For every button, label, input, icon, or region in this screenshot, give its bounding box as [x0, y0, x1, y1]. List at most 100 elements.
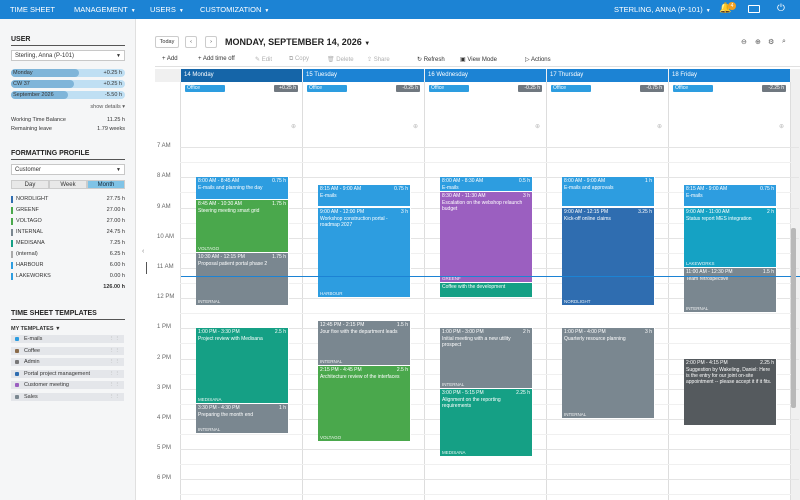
keyboard-icon[interactable] [748, 5, 760, 13]
calendar-event[interactable]: 11:00 AM - 12:30 PM 1.5 h Team retrospecti… [684, 267, 777, 313]
add-icon[interactable]: ⊕ [779, 123, 784, 130]
calendar-event[interactable]: 8:00 AM - 8:30 AM 0.5 h E-mails [440, 177, 533, 192]
day-header[interactable]: 17 Thursday [547, 69, 668, 82]
nav-management[interactable]: MANAGEMENT ▼ [74, 5, 136, 14]
show-details-link[interactable]: show details ▾ [11, 104, 125, 110]
office-pill[interactable]: Office [185, 85, 225, 92]
calendar-event[interactable]: 2:15 PM - 4:45 PM 2.5 h Architecture revie… [318, 366, 411, 441]
template-item[interactable]: Customer meeting ⋮⋮ [11, 381, 124, 389]
current-user-menu[interactable]: STERLING, ANNA (P-101) ▼ [614, 5, 711, 14]
calendar-event[interactable]: 1:00 PM - 4:00 PM 3 h Quarterly resource p… [562, 328, 655, 418]
zoom-out-icon[interactable]: ⊖ [741, 38, 747, 46]
settings-icon[interactable]: ⚙ [768, 38, 774, 46]
calendar-event[interactable]: 9:00 AM - 11:00 AM 2 h Status report MES i… [684, 207, 777, 267]
add-icon[interactable]: ⊕ [657, 123, 662, 130]
scrollbar[interactable] [791, 228, 796, 408]
office-pill[interactable]: Office [673, 85, 713, 92]
segment-week[interactable]: Week [49, 180, 87, 189]
period-bar[interactable]: September 2026 -5.50 h [11, 91, 125, 99]
event-title: Suggestion by Wakeling, Daniel: Here is … [686, 366, 772, 385]
profile-row: LAKEWORKS 0.00 h [11, 272, 125, 280]
template-item[interactable]: Portal project management ⋮⋮ [11, 369, 124, 378]
office-pill[interactable]: Office [307, 85, 347, 92]
template-item[interactable]: E-mails ⋮⋮ [11, 335, 124, 343]
calendar-event[interactable]: 9:00 AM - 12:00 PM 3 h Workshop constructi… [318, 207, 411, 298]
power-icon[interactable]: ⏻ [777, 3, 785, 14]
color-swatch [11, 251, 13, 258]
my-templates-toggle[interactable]: MY TEMPLATES ▼ [11, 326, 125, 332]
event-duration: 2.5 h [396, 367, 408, 374]
copy-button[interactable]: ⧉ Copy [289, 56, 309, 63]
calendar-event[interactable]: 2:00 PM - 4:15 PM 2.25 h Suggestion by Wak… [684, 358, 777, 426]
day-header[interactable]: 16 Wednesday [425, 69, 546, 82]
zoom-in-icon[interactable]: ⊕ [755, 38, 761, 46]
today-button[interactable]: Today [155, 36, 179, 48]
template-item[interactable]: Coffee ⋮⋮ [11, 346, 124, 355]
calendar-event[interactable]: 8:00 AM - 9:00 AM 1 h E-mails and approval… [562, 177, 655, 207]
template-item[interactable]: Admin ⋮⋮ [11, 358, 124, 366]
drag-handle-icon[interactable]: ⋮⋮ [109, 358, 120, 366]
event-time: 3:30 PM - 4:30 PM [198, 404, 240, 411]
calendar-event[interactable]: 8:15 AM - 9:00 AM 0.75 h E-mails [684, 184, 777, 207]
calendar-event[interactable]: 3:00 PM - 5:15 PM 2.25 h Alignment on the … [440, 388, 533, 456]
profile-label: INTERNAL [16, 229, 44, 235]
calendar-event[interactable]: 1:00 PM - 3:00 PM 2 h Initial meeting with… [440, 328, 533, 388]
add-icon[interactable]: ⊕ [291, 123, 296, 130]
drag-handle-icon[interactable]: ⋮⋮ [109, 370, 120, 378]
drag-handle-icon[interactable]: ⋮⋮ [109, 347, 120, 355]
calendar-event[interactable]: 3:30 PM - 4:30 PM 1 h Preparing the month … [196, 403, 289, 433]
leave-label: Remaining leave [11, 126, 52, 132]
calendar-event[interactable]: 12:45 PM - 2:15 PM 1.5 h Jour fixe with th… [318, 320, 411, 366]
next-button[interactable]: › [205, 36, 217, 48]
calendar-event[interactable]: 8:00 AM - 8:45 AM 0.75 h E-mails and plann… [196, 177, 289, 199]
event-time: 1:00 PM - 3:00 PM [442, 329, 484, 336]
nav-users[interactable]: USERS ▼ [150, 5, 184, 14]
user-select[interactable]: Sterling, Anna (P-101) ▼ [11, 50, 125, 61]
event-duration: 3 h [645, 329, 652, 336]
calendar-event[interactable]: 8:15 AM - 9:00 AM 0.75 h E-mails [318, 184, 411, 207]
view-mode-button[interactable]: ▣ View Mode [460, 56, 497, 63]
delete-button[interactable]: 🗑 Delete [327, 56, 354, 63]
segment-day[interactable]: Day [11, 180, 49, 189]
calendar-event[interactable]: Coffee with the development [440, 283, 533, 298]
collapse-sidebar-icon[interactable]: ‹ [142, 248, 144, 255]
event-duration: 2 h [523, 329, 530, 336]
previous-button[interactable]: ‹ [185, 36, 197, 48]
drag-handle-icon[interactable]: ⋮⋮ [109, 393, 120, 401]
share-button[interactable]: ⇪ Share [367, 56, 390, 63]
divider [11, 319, 125, 320]
calendar-event[interactable]: 9:00 AM - 12:15 PM 3.25 h Kick-off online … [562, 207, 655, 305]
drag-handle-icon[interactable]: ⋮⋮ [109, 335, 120, 343]
day-header[interactable]: 18 Friday [669, 69, 790, 82]
calendar-event[interactable]: 8:30 AM - 11:30 AM 3 h Escalation on the w… [440, 192, 533, 282]
segment-month[interactable]: Month [87, 180, 125, 189]
calendar-event[interactable]: 10:30 AM - 12:15 PM 1.75 h Proposal patien… [196, 252, 289, 305]
add-time-off-button[interactable]: + Add time off [198, 56, 235, 62]
calendar-event[interactable]: 8:45 AM - 10:30 AM 1.75 h Steering meeting… [196, 199, 289, 252]
color-swatch [11, 196, 13, 203]
office-pill[interactable]: Office [551, 85, 591, 92]
actions-button[interactable]: ▷ Actions [525, 56, 551, 63]
refresh-button[interactable]: ↻ Refresh [417, 56, 445, 63]
search-icon[interactable]: ⌕ [782, 38, 786, 46]
drag-handle-icon[interactable]: ⋮⋮ [109, 381, 120, 389]
event-customer: INTERNAL [198, 298, 221, 304]
nav-time-sheet[interactable]: TIME SHEET [10, 5, 55, 14]
day-header[interactable]: 15 Tuesday [303, 69, 424, 82]
day-header[interactable]: 14 Monday [181, 69, 302, 82]
edit-button[interactable]: ✎ Edit [255, 56, 272, 63]
template-item[interactable]: Sales ⋮⋮ [11, 392, 124, 401]
period-bar[interactable]: Monday +0.25 h [11, 69, 125, 77]
add-icon[interactable]: ⊕ [535, 123, 540, 130]
office-balance: -0.25 h [396, 85, 420, 92]
office-pill[interactable]: Office [429, 85, 469, 92]
event-duration: 0.75 h [272, 178, 286, 185]
add-icon[interactable]: ⊕ [413, 123, 418, 130]
calendar-event[interactable]: 1:00 PM - 3:30 PM 2.5 h Project review wit… [196, 328, 289, 403]
add-button[interactable]: + Add [162, 56, 178, 62]
period-bar[interactable]: CW 37 +0.25 h [11, 80, 125, 88]
nav-customization[interactable]: CUSTOMIZATION ▼ [200, 5, 269, 14]
event-time: 10:30 AM - 12:15 PM [198, 253, 245, 260]
date-picker[interactable]: MONDAY, SEPTEMBER 14, 2026 ▼ [225, 37, 370, 47]
profile-select[interactable]: Customer ▼ [11, 164, 125, 175]
